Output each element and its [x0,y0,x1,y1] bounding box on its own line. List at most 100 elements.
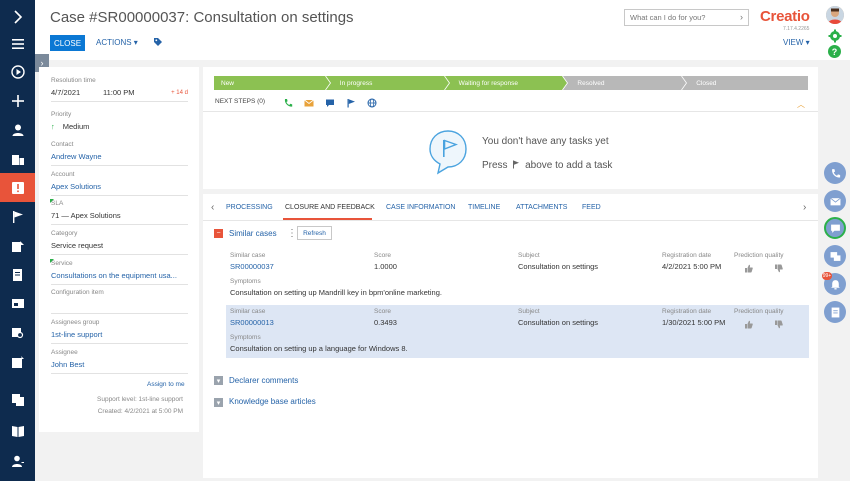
orders-icon[interactable] [0,347,35,376]
notification-count-badge: 99+ [822,272,832,280]
view-menu-button[interactable]: VIEW ▾ [783,38,810,47]
resolution-date[interactable]: 4/7/2021 [51,88,80,97]
col-label: Prediction quality [734,308,784,315]
chevron-up-icon[interactable]: ︿ [797,99,805,110]
tab-scroll-right-icon[interactable]: › [803,202,806,213]
stage-closed[interactable]: Closed [689,76,808,90]
category-value[interactable]: Service request [51,241,188,255]
priority-field[interactable]: Priority ↑ Medium [51,111,188,136]
chat-icon[interactable] [325,98,335,108]
globe-icon[interactable] [367,98,377,108]
assignees-group-field[interactable]: Assignees group 1st-line support [51,319,188,344]
score-value: 0.3493 [374,318,397,327]
feed-icon[interactable] [824,301,846,323]
contacts-icon[interactable] [0,115,35,144]
similar-case-record[interactable]: Similar case SR00000013 Score 0.3493 Sub… [226,305,809,358]
search-people-icon[interactable] [0,318,35,347]
resolution-time[interactable]: 11:00 PM [103,88,135,97]
subject-value: Consultation on settings [518,318,599,327]
symptoms-label: Symptoms [230,278,261,285]
next-steps-label: NEXT STEPS (0) [215,98,266,105]
knowledge-base-title[interactable]: Knowledge base articles [229,397,316,406]
priority-value[interactable]: ↑ Medium [51,122,188,136]
phone-icon[interactable] [283,98,293,108]
similar-cases-title[interactable]: Similar cases [229,229,277,238]
close-button[interactable]: CLOSE [50,35,85,51]
tab-case-information[interactable]: CASE INFORMATION [386,204,455,211]
contact-link[interactable]: Andrew Wayne [51,152,188,166]
email-icon[interactable] [824,190,846,212]
users-admin-icon[interactable] [0,446,35,475]
sla-value[interactable]: 71 — Apex Solutions [51,211,188,225]
similar-case-link[interactable]: SR00000037 [230,262,274,271]
thumbs-down-icon[interactable] [774,320,783,329]
symptoms-value: Consultation on setting up Mandrill key … [230,288,442,297]
created-text: Created: 4/2/2021 at 5:00 PM [97,408,183,415]
refresh-button[interactable]: Refresh [297,226,332,240]
accounts-icon[interactable] [0,144,35,173]
activities-flag-icon[interactable] [0,202,35,231]
knowledge-doc-icon[interactable] [0,260,35,289]
stage-waiting-for-response[interactable]: Waiting for response [451,76,571,90]
account-field[interactable]: Account Apex Solutions [51,171,188,196]
priority-label: Priority [51,111,72,118]
config-item-value[interactable] [51,300,188,314]
stage-label: Waiting for response [458,79,518,87]
phone-icon[interactable] [824,162,846,184]
sla-field[interactable]: SLA 71 — Apex Solutions [50,199,188,225]
task-flag-icon[interactable] [346,98,356,108]
tag-icon[interactable] [153,37,163,47]
tab-processing[interactable]: PROCESSING [226,204,273,211]
thumbs-down-icon[interactable] [774,264,783,273]
help-icon[interactable]: ? [828,45,841,58]
declarer-comments-title[interactable]: Declarer comments [229,376,298,385]
expand-group-icon[interactable]: ▾ [214,376,223,385]
tab-timeline[interactable]: TIMELINE [468,204,500,211]
stage-new[interactable]: New [214,76,333,90]
stage-resolved[interactable]: Resolved [570,76,690,90]
config-item-field[interactable]: Configuration item [51,289,188,314]
dashboards-icon[interactable] [0,289,35,318]
tab-feed[interactable]: FEED [582,204,601,211]
command-search-input[interactable]: What can I do for you? › [624,9,749,26]
messages-icon[interactable] [824,245,846,267]
service-field[interactable]: Service Consultations on the equipment u… [50,259,188,285]
thumbs-up-icon[interactable] [744,320,753,329]
similar-case-record[interactable]: Similar case SR00000037 Score 1.0000 Sub… [226,249,809,302]
account-link[interactable]: Apex Solutions [51,182,188,196]
expand-group-icon[interactable]: ▾ [214,398,223,407]
subject-cell: Subject Consultation on settings [518,252,598,271]
assignee-field[interactable]: Assignee John Best [51,349,188,374]
avatar[interactable] [826,6,844,24]
case-stages-panel: New In progress Waiting for response Resolv… [203,67,818,189]
process-run-icon[interactable] [0,57,35,86]
service-icon[interactable] [0,231,35,260]
similar-case-link[interactable]: SR00000013 [230,318,274,327]
assignees-group-link[interactable]: 1st-line support [51,330,188,344]
add-icon[interactable] [0,86,35,115]
hamburger-icon[interactable] [0,29,35,58]
documents-icon[interactable] [0,385,35,414]
email-icon[interactable] [304,98,314,108]
thumbs-up-icon[interactable] [744,264,753,273]
assign-to-me-link[interactable]: Assign to me [147,381,185,388]
tab-attachments[interactable]: ATTACHMENTS [516,204,567,211]
tab-closure-and-feedback[interactable]: CLOSURE AND FEEDBACK [285,204,375,211]
cases-icon[interactable] [0,173,35,202]
expand-menu-icon[interactable] [0,2,35,31]
actions-menu-button[interactable]: ACTIONS ▾ [96,38,138,47]
book-icon[interactable] [0,416,35,445]
collapse-group-icon[interactable]: − [214,229,223,238]
tab-scroll-left-icon[interactable]: ‹ [211,202,214,213]
category-field[interactable]: Category Service request [51,230,188,255]
chat-icon[interactable] [824,217,846,239]
contact-field[interactable]: Contact Andrew Wayne [51,141,188,166]
empty-hint-press: Press [482,160,508,171]
chevron-right-icon[interactable]: › [740,12,743,22]
stage-in-progress[interactable]: In progress [332,76,452,90]
regdate-value: 4/2/2021 5:00 PM [662,262,722,271]
gear-icon[interactable] [828,29,842,43]
service-link[interactable]: Consultations on the equipment usa... [51,271,188,285]
assignee-link[interactable]: John Best [51,360,188,374]
kebab-menu-icon[interactable]: ⋮ [287,228,297,239]
